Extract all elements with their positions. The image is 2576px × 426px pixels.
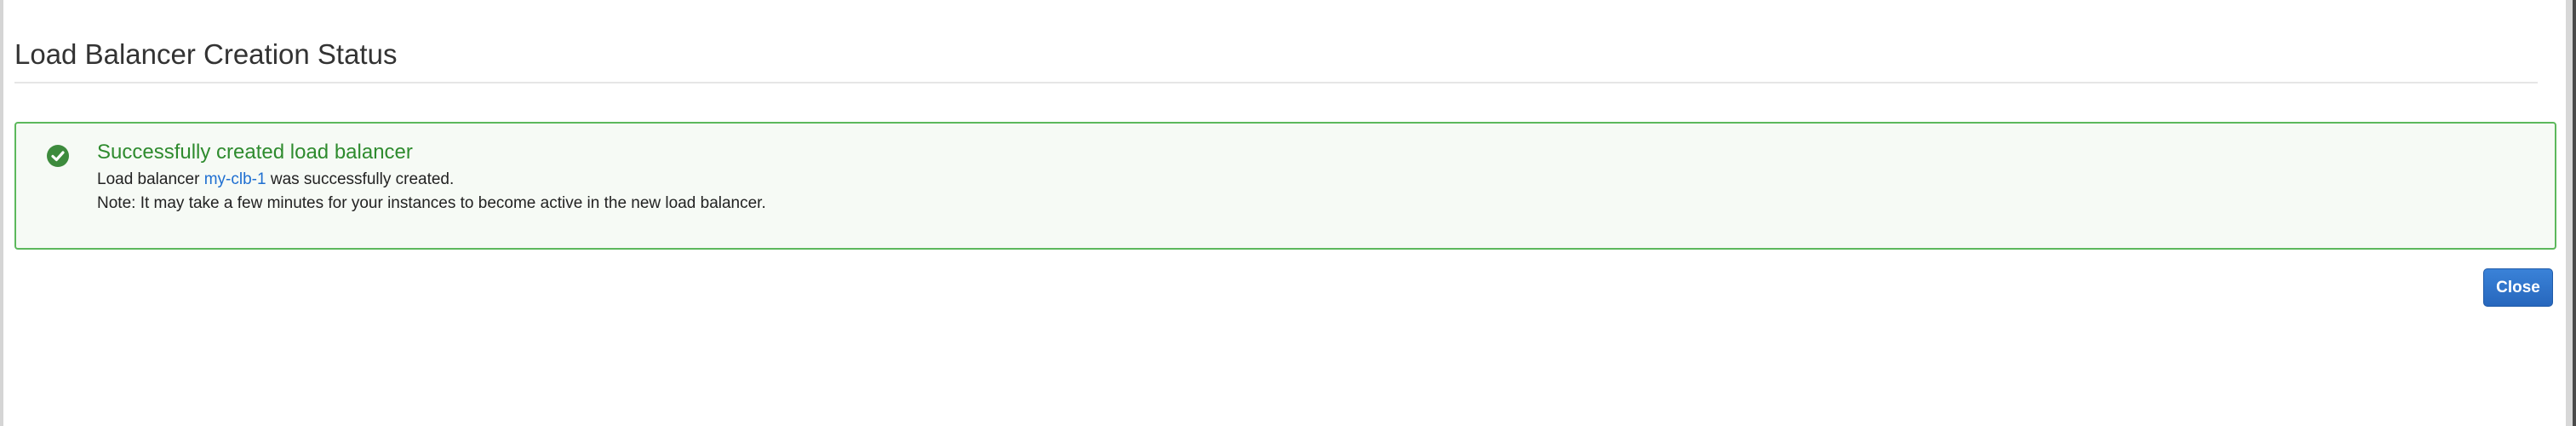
close-button[interactable]: Close [2483, 268, 2553, 307]
window-edge [2573, 0, 2576, 426]
alert-message-prefix: Load balancer [97, 170, 200, 188]
check-circle-icon [47, 145, 69, 167]
load-balancer-link[interactable]: my-clb-1 [204, 170, 266, 188]
alert-note: Note: It may take a few minutes for your… [97, 194, 766, 212]
page-title: Load Balancer Creation Status [14, 38, 398, 70]
left-border [0, 0, 3, 426]
page: Load Balancer Creation Status Successful… [0, 0, 2576, 426]
alert-message-suffix: was successfully created. [270, 170, 455, 188]
alert-message: Load balancer my-clb-1 was successfully … [97, 170, 454, 189]
success-alert: Successfully created load balancer Load … [14, 122, 2556, 250]
title-divider [14, 82, 2538, 83]
alert-title: Successfully created load balancer [97, 141, 413, 164]
